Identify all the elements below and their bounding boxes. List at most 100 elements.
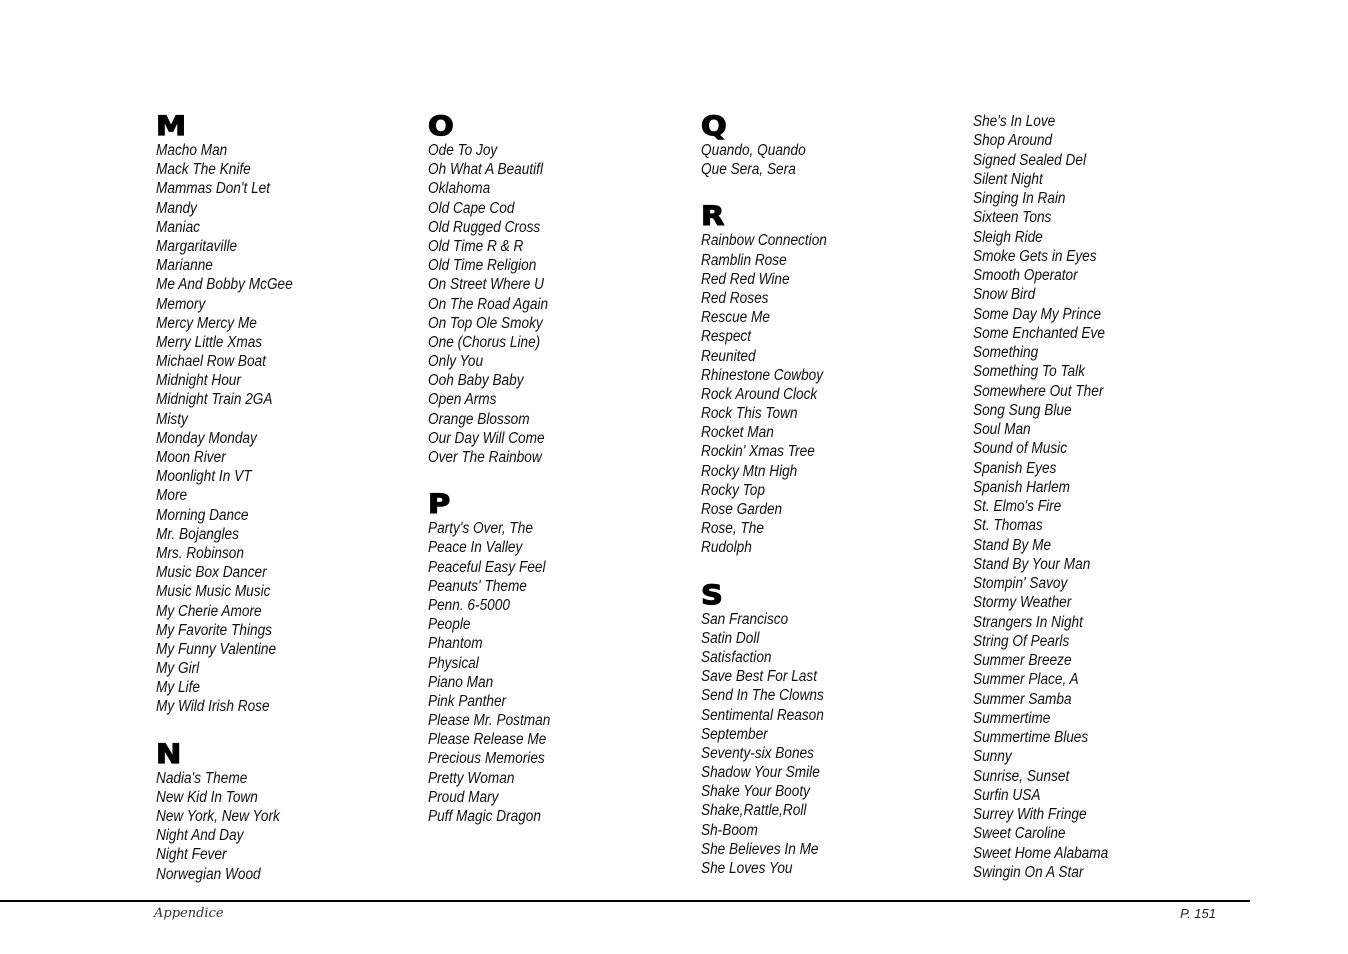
song-title: Somewhere Out Ther xyxy=(973,382,1104,400)
song-title: Satisfaction xyxy=(701,648,772,666)
song-title: Shake Your Booty xyxy=(701,783,810,801)
song-title: Rose, The xyxy=(701,520,764,538)
song-title: Peaceful Easy Feel xyxy=(428,558,546,576)
song-title: Maniac xyxy=(156,218,200,236)
song-title: Stand By Me xyxy=(973,536,1052,554)
song-title: Reunited xyxy=(701,347,756,365)
song-title: Midnight Hour xyxy=(156,372,241,390)
song-title: Rocky Mtn High xyxy=(701,462,798,480)
song-title: New Kid In Town xyxy=(156,788,258,806)
song-title: On Street Where U xyxy=(428,276,544,294)
song-title: Sh-Boom xyxy=(701,821,758,839)
song-title: Some Day My Prince xyxy=(973,305,1102,323)
song-title: Surrey With Fringe xyxy=(973,806,1087,823)
song-title: Puff Magic Dragon xyxy=(428,808,541,825)
letter-section: O Ode To Joy Oh What A Beautifl Oklahoma Old… xyxy=(427,112,688,467)
song-title: Strangers In Night xyxy=(973,613,1083,631)
song-title: St. Elmo's Fire xyxy=(973,498,1062,515)
song-title: Moonlight In VT xyxy=(156,468,252,486)
song-title: Moon River xyxy=(156,449,226,466)
song-title: Mack The Knife xyxy=(156,161,251,179)
song-title: Save Best For Last xyxy=(701,668,817,686)
song-title: My Favorite Things xyxy=(156,621,272,639)
song-title: Mammas Don't Let xyxy=(156,180,271,198)
song-title: Rockin' Xmas Tree xyxy=(701,443,815,461)
song-title: My Life xyxy=(156,679,200,697)
song-title: Night Fever xyxy=(156,846,227,864)
song-title: New York, New York xyxy=(156,808,280,825)
song-title: String Of Pearls xyxy=(973,632,1070,650)
letter-section: S San Francisco Satin Doll Satisfaction Save… xyxy=(700,580,961,879)
song-title: People xyxy=(428,616,471,634)
song-title: Margaritaville xyxy=(156,237,238,255)
letter-section: Q Quando, Quando Que Sera, Sera xyxy=(700,112,961,179)
song-title: Mrs. Robinson xyxy=(156,544,244,562)
song-title: Sleigh Ride xyxy=(973,228,1043,246)
song-title: Spanish Harlem xyxy=(973,478,1071,496)
song-title: Norwegian Wood xyxy=(156,865,261,883)
song-title: Summer Breeze xyxy=(973,652,1072,669)
letter-section: She's In Love Shop Around Signed Sealed De… xyxy=(973,112,1233,882)
song-title: Snow Bird xyxy=(973,286,1036,304)
song-title: Sunrise, Sunset xyxy=(973,767,1070,785)
song-title: Misty xyxy=(156,410,188,428)
column-1: M Macho Man Mack The Knife Mammas Don't Let… xyxy=(155,112,416,884)
song-title: Seventy-six Bones xyxy=(701,744,814,762)
song-title: My Cherie Amore xyxy=(156,602,262,620)
song-title: Piano Man xyxy=(428,673,494,691)
song-title: Rainbow Connection xyxy=(701,232,827,250)
song-title: Some Enchanted Eve xyxy=(973,324,1105,342)
song-title: Only You xyxy=(428,353,484,371)
song-title: Singing In Rain xyxy=(973,190,1066,207)
song-list: She's In Love Shop Around Signed Sealed De… xyxy=(973,112,1233,882)
song-title: San Francisco xyxy=(701,610,789,628)
song-title: She Believes In Me xyxy=(701,840,819,858)
song-title: Music Box Dancer xyxy=(156,564,267,582)
song-title: Rocky Top xyxy=(701,481,765,499)
song-title: Something To Talk xyxy=(973,363,1085,381)
song-list: Quando, Quando Que Sera, Sera xyxy=(701,141,961,179)
song-title: She Loves You xyxy=(701,860,793,877)
section-letter-heading: M xyxy=(155,111,187,142)
song-title: Silent Night xyxy=(973,170,1043,188)
song-title: Que Sera, Sera xyxy=(701,161,796,179)
song-title: Please Release Me xyxy=(428,731,547,749)
song-title: Smooth Operator xyxy=(973,267,1078,284)
letter-section: M Macho Man Mack The Knife Mammas Don't Let… xyxy=(155,112,416,717)
song-title: Respect xyxy=(701,328,752,346)
song-title: Proud Mary xyxy=(428,788,499,806)
song-title: Peace In Valley xyxy=(428,539,523,557)
letter-section: P Party's Over, The Peace In Valley Peacefu… xyxy=(427,490,688,826)
section-letter-heading: S xyxy=(700,579,723,611)
song-title: Ramblin Rose xyxy=(701,251,787,269)
song-title: St. Thomas xyxy=(973,517,1043,535)
song-title: She's In Love xyxy=(973,113,1056,130)
song-title: Stormy Weather xyxy=(973,594,1072,612)
song-title: Music Music Music xyxy=(156,583,271,601)
song-title: Old Time Religion xyxy=(428,257,537,275)
song-title: Over The Rainbow xyxy=(428,449,542,466)
section-letter-heading: O xyxy=(427,111,454,142)
song-title: Rhinestone Cowboy xyxy=(701,366,824,384)
song-title: Mr. Bojangles xyxy=(156,525,239,543)
song-title: Please Mr. Postman xyxy=(428,712,551,730)
song-title: Marianne xyxy=(156,257,213,275)
song-title: Summer Samba xyxy=(973,690,1072,708)
song-title: Merry Little Xmas xyxy=(156,333,263,351)
song-title: Party's Over, The xyxy=(428,520,533,538)
song-title: Sweet Caroline xyxy=(973,825,1066,843)
song-title: Night And Day xyxy=(156,827,244,845)
song-title: Ooh Baby Baby xyxy=(428,372,524,390)
song-title: Sixteen Tons xyxy=(973,209,1052,227)
letter-section: R Rainbow Connection Ramblin Rose Red Red W… xyxy=(700,202,961,557)
song-list: San Francisco Satin Doll Satisfaction Save … xyxy=(701,610,961,879)
song-title: Pretty Woman xyxy=(428,769,515,787)
song-title: Phantom xyxy=(428,635,483,653)
song-title: Smoke Gets in Eyes xyxy=(973,247,1097,265)
song-title: My Funny Valentine xyxy=(156,640,277,658)
song-title: Satin Doll xyxy=(701,629,760,647)
song-title: Monday Monday xyxy=(156,429,257,447)
footer-divider xyxy=(0,900,1250,902)
song-list: Party's Over, The Peace In Valley Peaceful… xyxy=(428,519,688,826)
song-title: Rose Garden xyxy=(701,501,783,518)
